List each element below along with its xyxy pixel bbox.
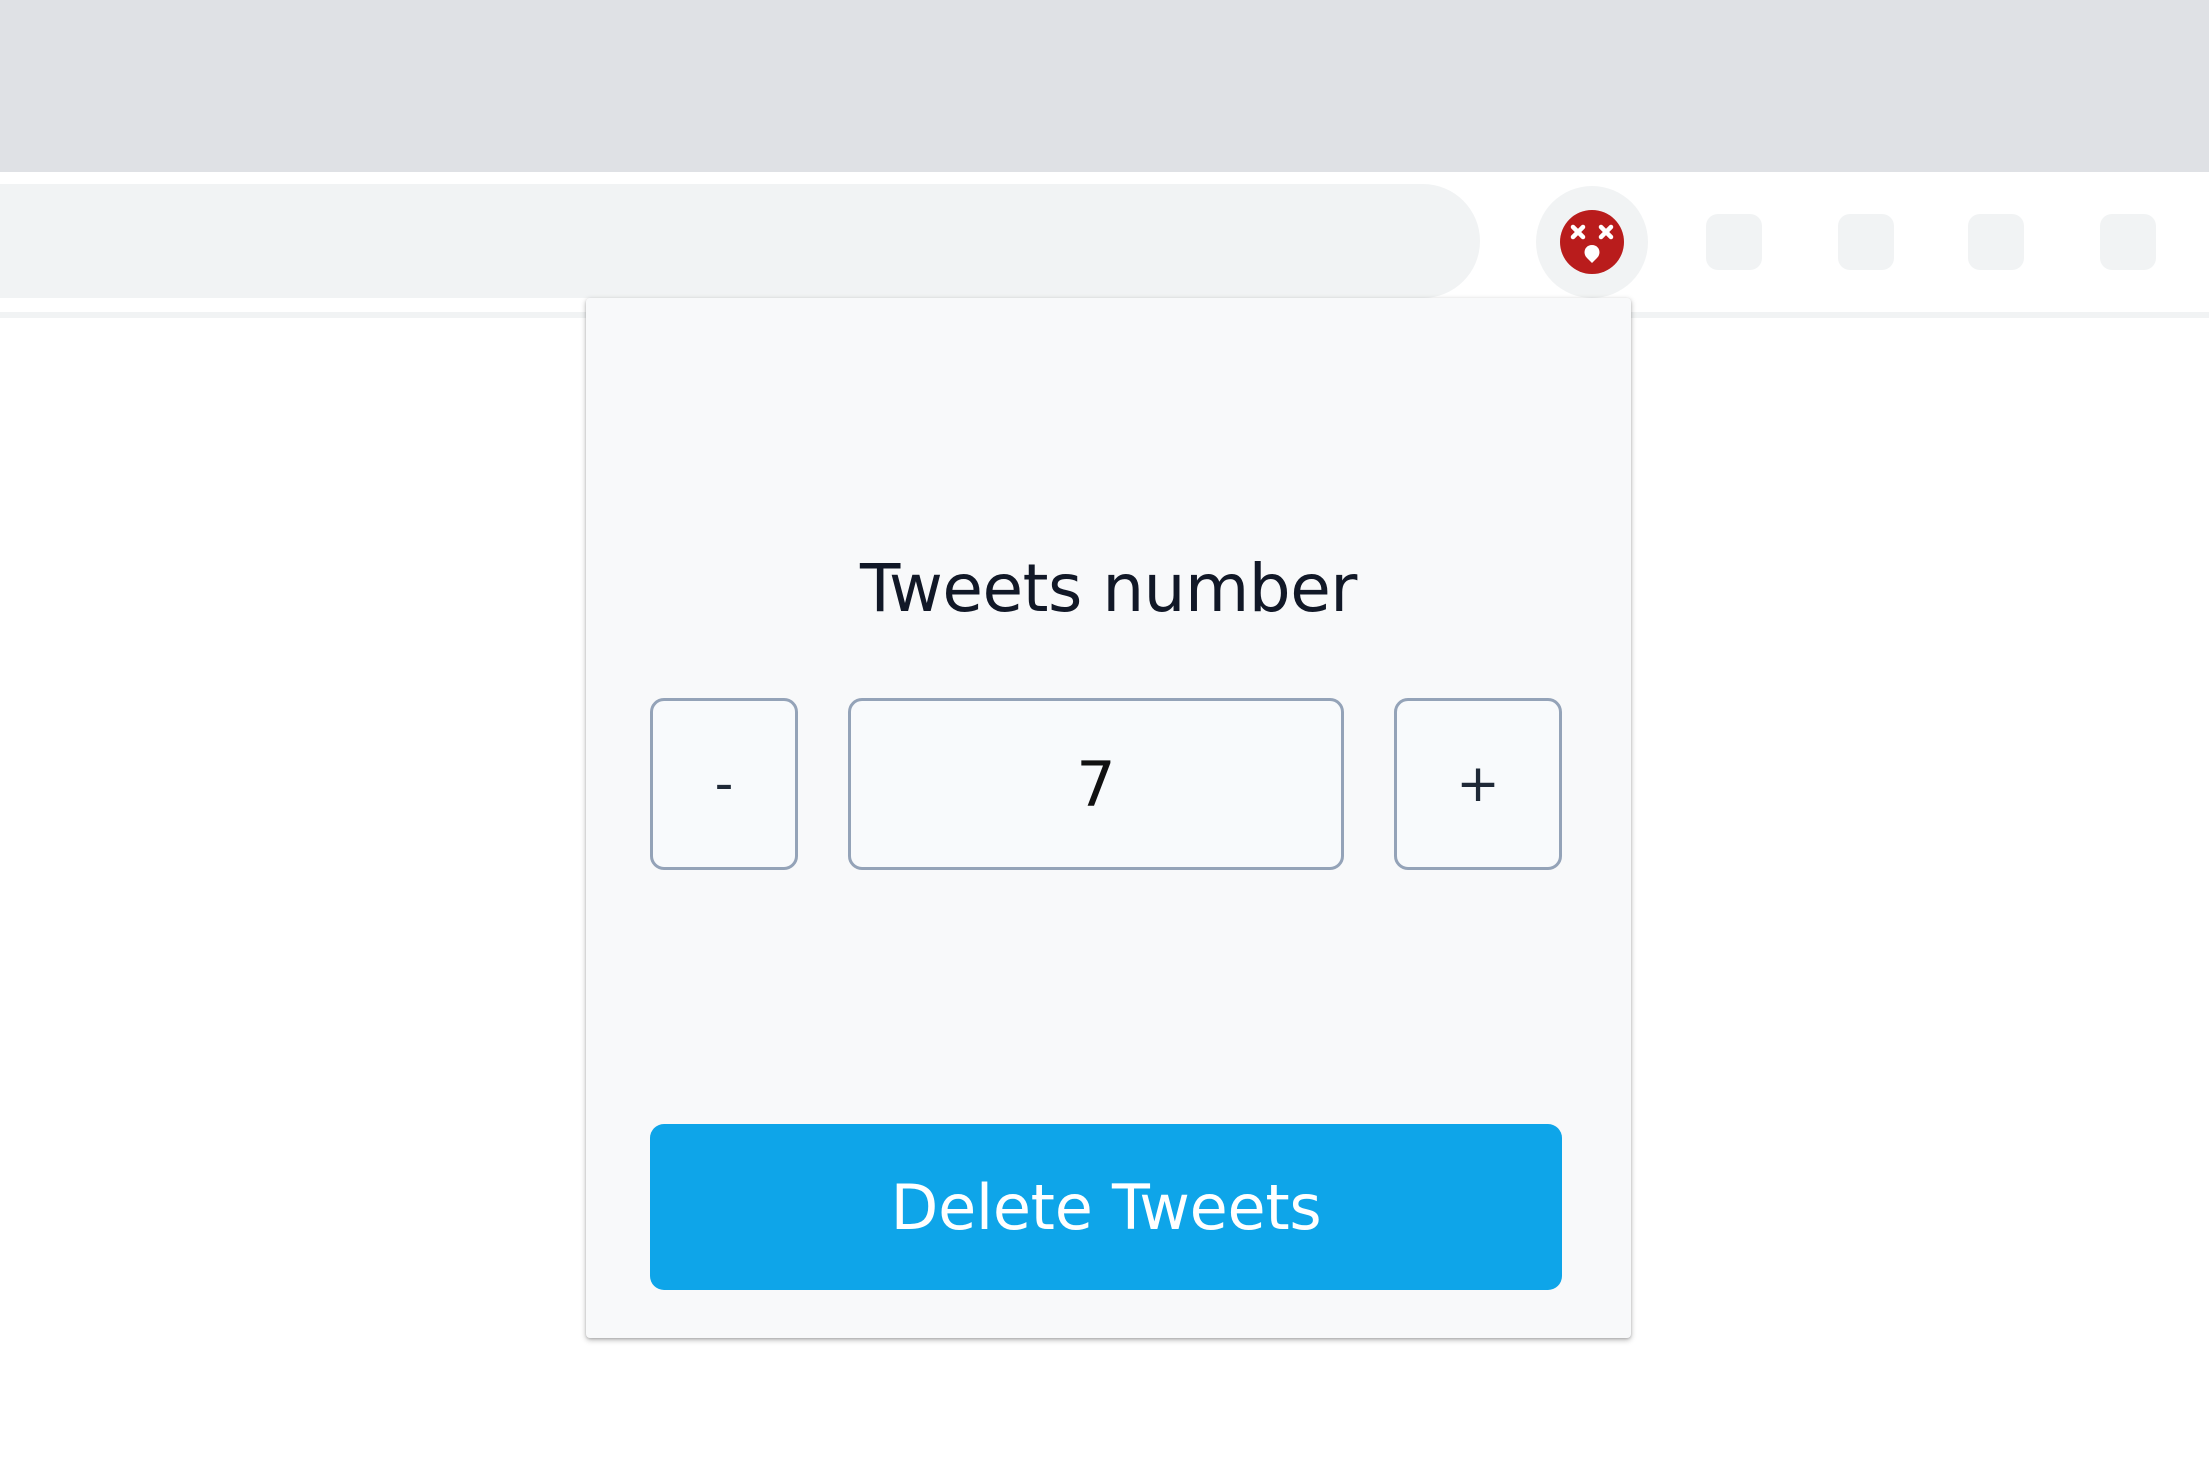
tweets-number-input[interactable]: 7 bbox=[848, 698, 1344, 870]
toolbar-placeholder-icon[interactable] bbox=[1968, 214, 2024, 270]
address-bar[interactable] bbox=[0, 184, 1480, 298]
tab-strip bbox=[0, 0, 2209, 172]
decrement-button[interactable]: - bbox=[650, 698, 798, 870]
x-eyes-face-icon bbox=[1560, 210, 1624, 274]
toolbar-placeholder-icon[interactable] bbox=[1838, 214, 1894, 270]
toolbar-placeholder-icon[interactable] bbox=[1706, 214, 1762, 270]
delete-tweets-button[interactable]: Delete Tweets bbox=[650, 1124, 1562, 1290]
toolbar-placeholder-icon[interactable] bbox=[2100, 214, 2156, 270]
extension-button[interactable] bbox=[1536, 186, 1648, 298]
increment-button[interactable]: + bbox=[1394, 698, 1562, 870]
popup-title: Tweets number bbox=[860, 550, 1357, 627]
extension-popup: Tweets number - 7 + Delete Tweets bbox=[586, 298, 1631, 1338]
